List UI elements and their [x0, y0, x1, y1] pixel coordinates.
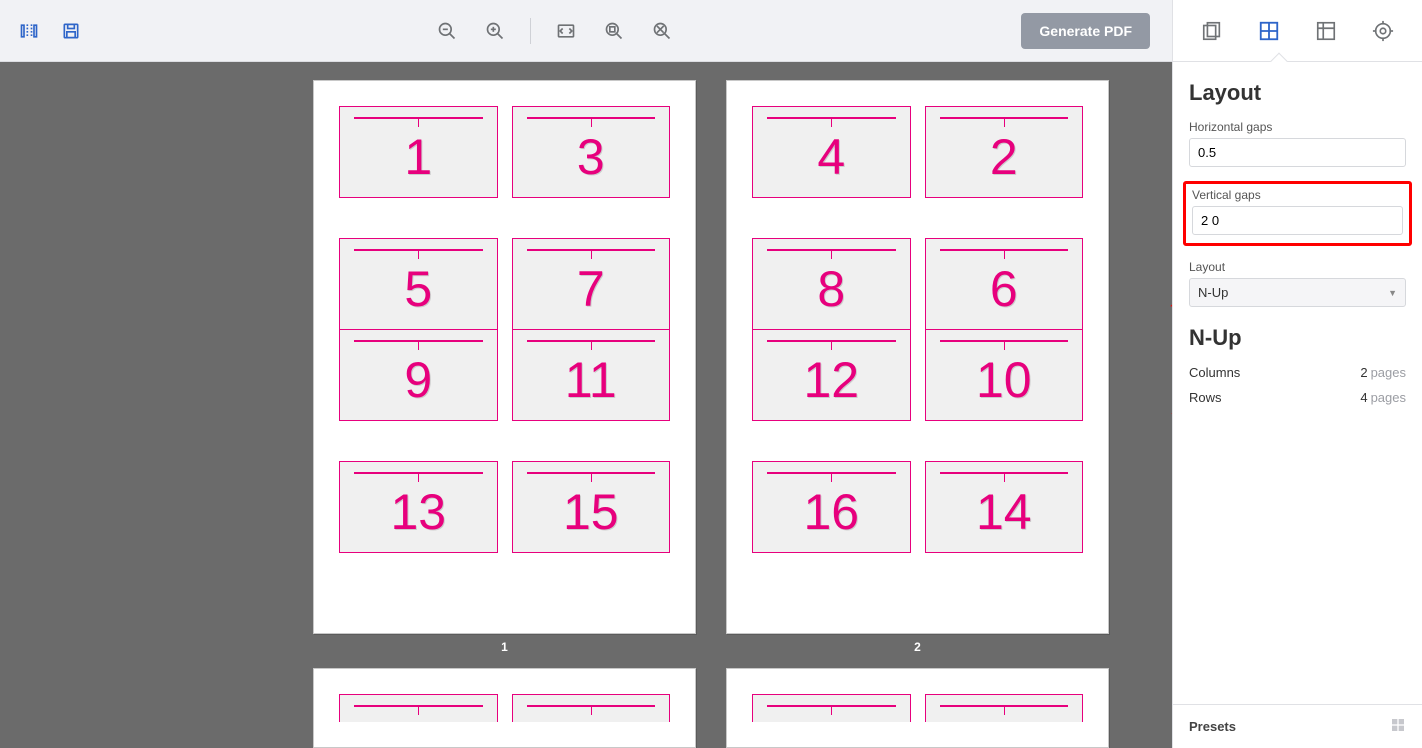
- sheet-label: 1: [501, 640, 508, 654]
- cell-number: 8: [817, 264, 845, 314]
- sheet-next-preview: [313, 668, 696, 748]
- layout-select[interactable]: N-Up ▼: [1189, 278, 1406, 307]
- presets-grid-icon: [1390, 717, 1406, 736]
- zoom-fit-icon[interactable]: [645, 14, 679, 48]
- imposition-cell: 14: [925, 461, 1084, 553]
- vgaps-label: Vertical gaps: [1192, 188, 1403, 202]
- imposition-cell: 11: [512, 329, 671, 421]
- imposition-cell: 12: [752, 329, 911, 421]
- nup-columns-label: Columns: [1189, 365, 1240, 380]
- toolbar-separator: [530, 18, 531, 44]
- sheet-label: 2: [914, 640, 921, 654]
- nup-columns-row: Columns 2 pages: [1189, 365, 1406, 380]
- cell-number: 11: [565, 355, 617, 405]
- vgaps-input[interactable]: [1192, 206, 1403, 235]
- cell-number: 10: [976, 355, 1032, 405]
- cell-number: 1: [404, 132, 432, 182]
- cell-number: 16: [803, 487, 859, 537]
- cell-number: 4: [817, 132, 845, 182]
- sidebar-tabs: [1173, 0, 1422, 62]
- imposition-cell: 5: [339, 238, 498, 330]
- cell-number: 13: [390, 487, 446, 537]
- imposition-cell: 7: [512, 238, 671, 330]
- zoom-actual-icon[interactable]: [597, 14, 631, 48]
- cell-number: 12: [803, 355, 859, 405]
- imposition-cell: 3: [512, 106, 671, 198]
- nup-rows-row: Rows 4 pages: [1189, 390, 1406, 405]
- imposition-cell: 4: [752, 106, 911, 198]
- cell-number: 14: [976, 487, 1032, 537]
- cell-number: 5: [404, 264, 432, 314]
- nup-rows-value: 4: [1360, 390, 1367, 405]
- sidebar: Layout Horizontal gaps Vertical gaps Lay…: [1172, 0, 1422, 748]
- cell-number: 9: [404, 355, 432, 405]
- panel-title: Layout: [1189, 80, 1406, 106]
- sheet: 13579111315: [313, 80, 696, 634]
- imposition-cell: 15: [512, 461, 671, 553]
- nup-rows-label: Rows: [1189, 390, 1222, 405]
- tab-pages-icon[interactable]: [1192, 11, 1232, 51]
- presets-label: Presets: [1189, 719, 1236, 734]
- nup-title: N-Up: [1189, 325, 1406, 351]
- hgaps-input[interactable]: [1189, 138, 1406, 167]
- nup-rows-unit: pages: [1371, 390, 1406, 405]
- column-icon[interactable]: [12, 14, 46, 48]
- chevron-down-icon: ▼: [1388, 288, 1397, 298]
- tab-layout-icon[interactable]: [1249, 11, 1289, 51]
- imposition-cell: 16: [752, 461, 911, 553]
- fit-width-icon[interactable]: [549, 14, 583, 48]
- imposition-cell: 10: [925, 329, 1084, 421]
- nup-columns-value: 2: [1360, 365, 1367, 380]
- presets-bar[interactable]: Presets: [1173, 704, 1422, 748]
- cell-number: 3: [577, 132, 605, 182]
- hgaps-label: Horizontal gaps: [1189, 120, 1406, 134]
- zoom-out-icon[interactable]: [430, 14, 464, 48]
- cell-number: 7: [577, 264, 605, 314]
- layout-select-value: N-Up: [1198, 285, 1228, 300]
- sheet: 4 2 8 6 12 10 16 14: [726, 80, 1109, 634]
- save-icon[interactable]: [54, 14, 88, 48]
- cell-number: 2: [990, 132, 1018, 182]
- generate-pdf-button[interactable]: Generate PDF: [1021, 13, 1150, 49]
- sheet-next-preview: [726, 668, 1109, 748]
- vgaps-highlight: Vertical gaps: [1183, 181, 1412, 246]
- imposition-cell: 8: [752, 238, 911, 330]
- cell-number: 15: [563, 487, 619, 537]
- imposition-cell: 9: [339, 329, 498, 421]
- imposition-cell: 2: [925, 106, 1084, 198]
- imposition-cell: 1: [339, 106, 498, 198]
- cell-number: 6: [990, 264, 1018, 314]
- imposition-cell: 6: [925, 238, 1084, 330]
- zoom-in-icon[interactable]: [478, 14, 512, 48]
- tab-marks-icon[interactable]: [1306, 11, 1346, 51]
- nup-columns-unit: pages: [1371, 365, 1406, 380]
- layout-label: Layout: [1189, 260, 1406, 274]
- tab-registration-icon[interactable]: [1363, 11, 1403, 51]
- imposition-cell: 13: [339, 461, 498, 553]
